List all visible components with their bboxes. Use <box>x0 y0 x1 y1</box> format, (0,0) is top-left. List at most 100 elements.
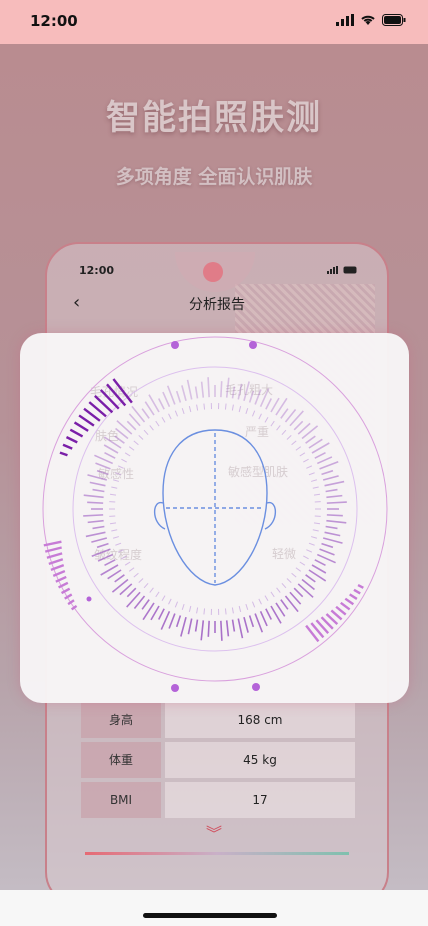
tick-mark <box>203 403 206 410</box>
tick-mark <box>231 607 234 614</box>
expand-chevron-icon[interactable]: ︾ <box>0 820 428 844</box>
tick-mark <box>200 620 205 641</box>
tick-mark <box>150 605 160 621</box>
tick-mark <box>188 406 192 413</box>
tick-mark <box>305 574 316 583</box>
tick-mark <box>91 537 108 543</box>
tick-mark <box>306 465 313 469</box>
accent-tick <box>78 414 95 427</box>
home-indicator[interactable] <box>143 913 277 918</box>
metric-label: BMI <box>81 782 161 818</box>
tick-mark <box>245 408 249 415</box>
tick-mark <box>305 435 316 444</box>
tick-mark <box>162 391 171 408</box>
metric-value: 45 kg <box>165 742 355 778</box>
tick-mark <box>308 472 315 476</box>
tick-mark <box>92 488 105 493</box>
tick-mark <box>322 537 343 544</box>
tick-mark <box>161 595 166 602</box>
accent-tick <box>106 383 127 407</box>
accent-tick <box>335 605 347 616</box>
tick-mark <box>251 601 256 608</box>
tick-mark <box>225 377 230 398</box>
tick-mark <box>308 542 315 546</box>
tick-mark <box>144 401 155 416</box>
tick-mark <box>83 494 104 499</box>
tick-mark <box>141 599 150 610</box>
tick-mark <box>85 531 106 538</box>
tick-mark <box>194 386 199 399</box>
tick-mark <box>321 542 334 549</box>
tick-mark <box>326 519 347 524</box>
metric-row-weight: 体重 45 kg <box>81 742 355 778</box>
phone-time: 12:00 <box>79 264 115 277</box>
tick-mark <box>325 488 338 493</box>
tick-mark <box>265 608 273 620</box>
tick-mark <box>107 569 122 580</box>
tick-mark <box>175 615 182 628</box>
accent-tick <box>73 421 89 432</box>
tick-mark <box>265 398 273 410</box>
tick-mark <box>225 620 230 637</box>
accent-tick <box>99 389 120 410</box>
metric-label: 体重 <box>81 742 161 778</box>
tick-mark <box>83 514 104 517</box>
tick-mark <box>264 416 269 423</box>
tick-mark <box>133 440 139 446</box>
metric-row-height: 身高 168 cm <box>81 702 355 738</box>
tick-mark <box>111 486 118 489</box>
capture-button[interactable] <box>203 262 223 282</box>
tick-mark <box>306 549 313 553</box>
tick-mark <box>303 458 309 463</box>
orbit-dot <box>252 683 260 691</box>
bottom-bar <box>0 890 428 926</box>
tick-mark <box>281 429 287 436</box>
tick-mark <box>326 514 343 517</box>
tick-mark <box>112 479 120 482</box>
scan-ring-ticks <box>83 377 347 641</box>
status-bar: 12:00 <box>0 0 428 44</box>
tick-mark <box>314 451 326 459</box>
tick-mark <box>174 410 179 417</box>
tick-mark <box>168 413 172 420</box>
accent-tick <box>65 436 78 444</box>
tick-mark <box>96 469 109 476</box>
tick-mark <box>149 587 154 593</box>
tick-mark <box>248 615 255 628</box>
metric-value: 17 <box>165 782 355 818</box>
tick-mark <box>313 522 321 525</box>
tick-mark <box>321 469 334 476</box>
accent-tick <box>357 583 364 589</box>
tick-mark <box>258 598 262 605</box>
tick-mark <box>276 587 281 593</box>
tick-mark <box>203 608 206 615</box>
tick-mark <box>124 452 131 457</box>
tick-mark <box>96 542 109 549</box>
tick-mark <box>326 501 347 504</box>
tick-mark <box>95 462 111 470</box>
tick-mark <box>238 406 242 413</box>
tick-mark <box>181 385 187 402</box>
tick-mark <box>303 555 309 560</box>
battery-icon <box>382 14 406 26</box>
tick-mark <box>207 377 210 398</box>
tick-mark <box>243 616 249 633</box>
tick-mark <box>231 404 234 411</box>
tick-mark <box>87 474 108 481</box>
tick-mark <box>155 420 160 427</box>
tick-mark <box>161 416 166 423</box>
orbit-dot <box>86 596 92 602</box>
cellular-signal-icon <box>327 266 338 274</box>
tick-mark <box>157 398 165 410</box>
tick-mark <box>270 591 275 598</box>
metric-row-bmi: BMI 17 <box>81 782 355 818</box>
tick-mark <box>316 456 333 465</box>
tick-mark <box>114 435 125 444</box>
accent-tick <box>59 451 68 457</box>
accent-tick <box>70 604 78 611</box>
tick-mark <box>91 548 111 558</box>
tick-mark <box>121 458 127 463</box>
battery-icon <box>343 266 357 274</box>
phone-status-icons <box>327 266 359 274</box>
orbit-dot <box>171 341 179 349</box>
